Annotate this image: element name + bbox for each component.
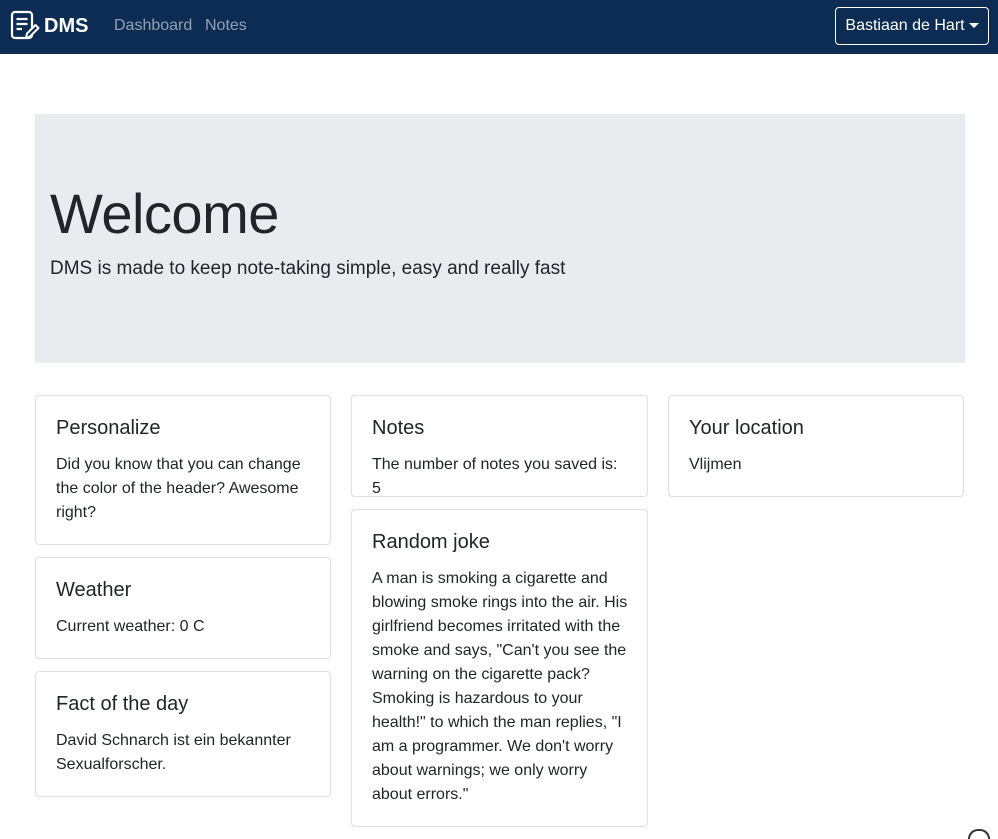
- note-edit-icon: [10, 10, 40, 40]
- navbar: DMS Dashboard Notes Bastiaan de Hart: [0, 0, 998, 54]
- brand-name: DMS: [44, 14, 89, 37]
- card-text: Current weather: 0 C: [56, 618, 205, 635]
- card-title: Random joke: [372, 531, 490, 553]
- user-menu-button[interactable]: Bastiaan de Hart: [835, 7, 989, 45]
- fact-of-the-day-card: Fact of the day David Schnarch ist ein b…: [35, 671, 331, 797]
- user-name: Bastiaan de Hart: [845, 17, 965, 34]
- page-title: Welcome: [50, 182, 279, 245]
- personalize-card: Personalize Did you know that you can ch…: [35, 395, 331, 545]
- corner-widget-icon: [968, 829, 990, 839]
- weather-card: Weather Current weather: 0 C: [35, 557, 331, 659]
- location-card: Your location Vlijmen: [668, 395, 964, 497]
- card-text: David Schnarch ist ein bekannter Sexualf…: [56, 732, 291, 773]
- card-text: Did you know that you can change the col…: [56, 456, 301, 521]
- card-title: Personalize: [56, 417, 161, 439]
- random-joke-card: Random joke A man is smoking a cigarette…: [351, 509, 648, 827]
- welcome-banner: Welcome DMS is made to keep note-taking …: [35, 114, 965, 363]
- card-title: Weather: [56, 579, 132, 601]
- notes-count-card: Notes The number of notes you saved is: …: [351, 395, 648, 497]
- nav-link-notes[interactable]: Notes: [205, 16, 247, 36]
- card-title: Your location: [689, 417, 804, 439]
- card-title: Notes: [372, 417, 425, 439]
- welcome-lead: DMS is made to keep note-taking simple, …: [50, 258, 566, 279]
- card-text: The number of notes you saved is: 5: [372, 456, 618, 497]
- brand-link[interactable]: DMS: [10, 10, 88, 42]
- card-title: Fact of the day: [56, 693, 189, 715]
- caret-down-icon: [968, 22, 979, 28]
- card-text: A man is smoking a cigarette and blowing…: [372, 570, 628, 803]
- nav-link-dashboard[interactable]: Dashboard: [114, 16, 192, 36]
- card-text: Vlijmen: [689, 456, 742, 473]
